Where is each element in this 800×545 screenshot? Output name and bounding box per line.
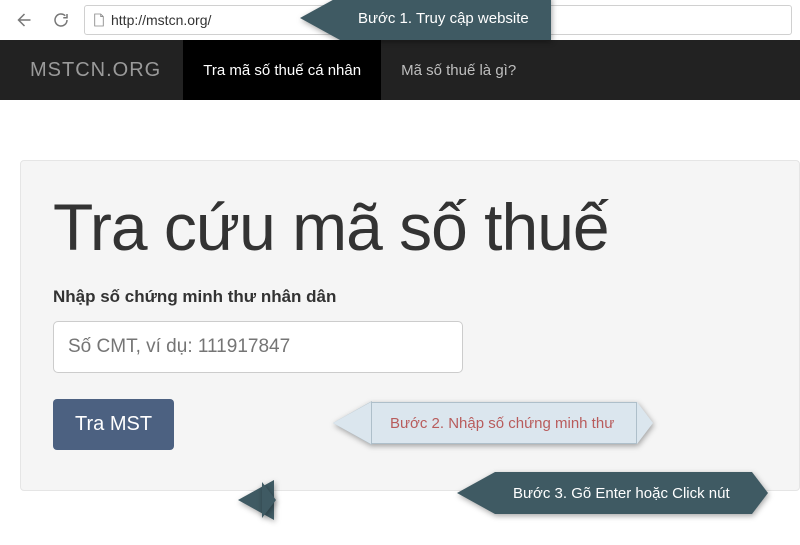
arrow-notch-icon	[262, 482, 276, 518]
tra-mst-button[interactable]: Tra MST	[53, 399, 174, 450]
tab-tra-mst[interactable]: Tra mã số thuế cá nhân	[183, 40, 381, 100]
reload-icon	[52, 11, 70, 29]
cmt-input[interactable]	[53, 321, 463, 373]
address-bar[interactable]: http://mstcn.org/	[84, 5, 792, 35]
input-label: Nhập số chứng minh thư nhân dân	[53, 287, 767, 307]
site-navbar: MSTCN.ORG Tra mã số thuế cá nhân Mã số t…	[0, 40, 800, 100]
page-icon	[93, 13, 105, 27]
arrow-left-icon	[14, 11, 32, 29]
page-title: Tra cứu mã số thuế	[53, 189, 767, 265]
content-area: Tra cứu mã số thuế Nhập số chứng minh th…	[0, 100, 800, 491]
url-text: http://mstcn.org/	[111, 12, 211, 28]
browser-toolbar: http://mstcn.org/	[0, 0, 800, 40]
site-brand[interactable]: MSTCN.ORG	[0, 40, 183, 100]
search-card: Tra cứu mã số thuế Nhập số chứng minh th…	[20, 160, 800, 491]
tab-ma-so-thue-la-gi[interactable]: Mã số thuế là gì?	[381, 40, 536, 100]
reload-button[interactable]	[46, 5, 76, 35]
back-button[interactable]	[8, 5, 38, 35]
